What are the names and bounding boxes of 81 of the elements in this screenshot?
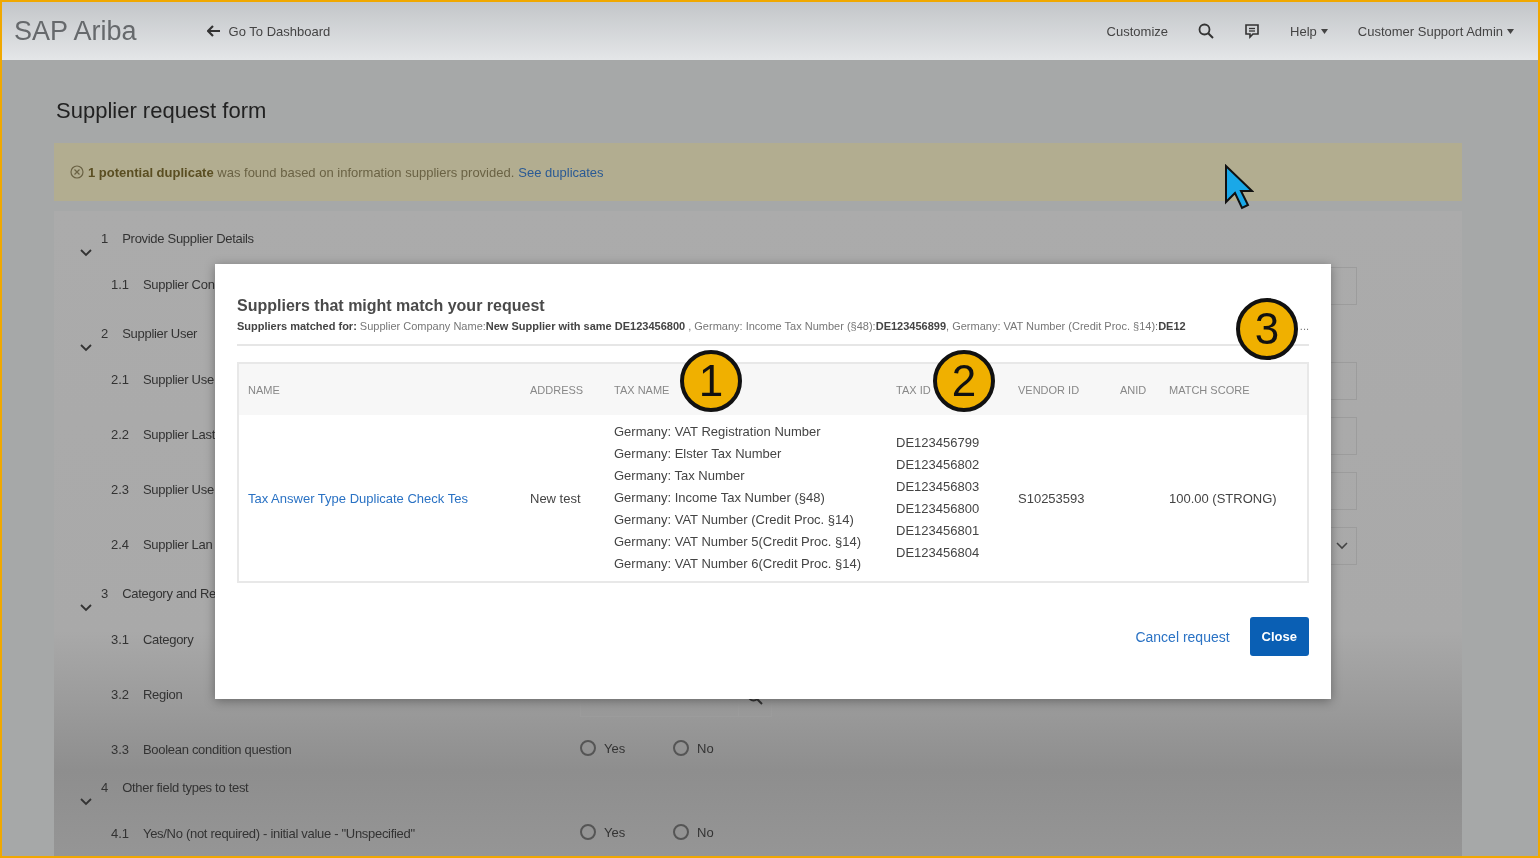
column-header: ADDRESS xyxy=(521,363,605,415)
customize-link[interactable]: Customize xyxy=(1106,23,1168,39)
column-header: VENDOR ID xyxy=(1009,363,1111,415)
tax-name: Germany: Tax Number xyxy=(614,467,746,485)
radio-label: No xyxy=(697,740,714,756)
tax-id: DE123456802 xyxy=(896,456,981,474)
question-number: 2.3 xyxy=(111,482,131,497)
question-label: Supplier Con xyxy=(143,277,215,292)
duplicate-warning-text: 1 potential duplicate was found based on information suppliers provided. xyxy=(88,164,515,180)
radio-label: Yes xyxy=(604,740,626,756)
chat-icon[interactable] xyxy=(1244,23,1260,39)
radio-label: No xyxy=(697,824,714,840)
menu-button[interactable]: Customer Support Admin xyxy=(1357,23,1514,39)
section-number: 1 xyxy=(101,231,109,246)
section-title[interactable]: Category and Re xyxy=(122,586,216,601)
supplier-name-link[interactable]: Tax Answer Type Duplicate Check Tes xyxy=(238,415,521,582)
question-number: 3.1 xyxy=(111,632,131,647)
menu-button[interactable]: Help xyxy=(1290,23,1328,39)
app-logo[interactable]: SAP Ariba xyxy=(14,15,137,47)
section-title[interactable]: Other field types to test xyxy=(122,780,249,795)
section-number: 4 xyxy=(101,780,109,795)
chevron-icon xyxy=(1336,542,1348,550)
question-label: Supplier Last xyxy=(143,427,215,442)
column-header: NAME xyxy=(238,363,521,415)
tax-name: Germany: Income Tax Number (§48) xyxy=(614,489,826,507)
radio-button[interactable] xyxy=(673,740,689,756)
question-number: 2.4 xyxy=(111,537,131,552)
question-label: Boolean condition question xyxy=(143,742,292,757)
tax-id: DE123456804 xyxy=(896,544,981,562)
tax-id: DE123456799 xyxy=(896,434,981,452)
section-title[interactable]: Provide Supplier Details xyxy=(122,231,254,246)
tax-id: DE123456800 xyxy=(896,500,981,518)
chevron-icon[interactable] xyxy=(80,344,92,352)
section-number: 2 xyxy=(101,326,109,341)
table-cell: New test xyxy=(521,415,605,582)
dialog-title: Suppliers that might match your request xyxy=(237,297,546,315)
tax-name: Germany: Elster Tax Number xyxy=(614,445,783,463)
column-header: ANID xyxy=(1111,363,1160,415)
radio-button[interactable] xyxy=(580,740,596,756)
question-label: Supplier Lan xyxy=(143,537,213,552)
radio-label: Yes xyxy=(604,824,626,840)
caret-icon xyxy=(1507,28,1514,34)
matched-criteria-text: Suppliers matched for: Supplier Company Name:New Supplier with same DE123456800 , Germany: Income Tax Number (§48):DE123456899, Germany: VAT Number (Credit Proc. §14):DE12 xyxy=(237,320,1186,332)
cancel-request-link[interactable]: Cancel request xyxy=(1135,628,1230,645)
tax-name: Germany: VAT Number 6(Credit Proc. §14) xyxy=(614,555,863,573)
radio-button[interactable] xyxy=(673,824,689,840)
question-number: 2.1 xyxy=(111,372,131,387)
radio-button[interactable] xyxy=(580,824,596,840)
tax-id: DE123456803 xyxy=(896,478,981,496)
search-icon[interactable] xyxy=(1198,23,1214,39)
table-cell: S10253593 xyxy=(1009,415,1111,582)
section-title[interactable]: Supplier User xyxy=(122,326,198,341)
column-header: MATCH SCORE xyxy=(1160,363,1308,415)
question-label: Yes/No (not required) - initial value - "Unspecified" xyxy=(143,826,415,841)
table-cell: 100.00 (STRONG) xyxy=(1160,415,1308,582)
section-number: 3 xyxy=(101,586,109,601)
tax-id: DE123456801 xyxy=(896,522,981,540)
back-link[interactable]: Go To Dashboard xyxy=(206,23,331,39)
question-label: Supplier Use xyxy=(143,372,214,387)
close-button[interactable]: Close xyxy=(1249,617,1309,656)
page-title: Supplier request form xyxy=(56,98,268,124)
tax-name: Germany: VAT Number (Credit Proc. §14) xyxy=(614,511,855,529)
cursor-icon xyxy=(1224,164,1254,210)
see-duplicates-link[interactable]: See duplicates xyxy=(518,164,604,180)
question-number: 4.1 xyxy=(111,826,131,841)
chevron-icon[interactable] xyxy=(80,249,92,257)
question-number: 3.3 xyxy=(111,742,131,757)
back-arrow-icon xyxy=(206,25,221,37)
question-label: Region xyxy=(143,687,183,702)
caret-icon xyxy=(1320,28,1328,34)
question-label: Category xyxy=(143,632,194,647)
question-number: 3.2 xyxy=(111,687,131,702)
chevron-icon[interactable] xyxy=(80,798,92,806)
question-label: Supplier Use xyxy=(143,482,214,497)
question-number: 2.2 xyxy=(111,427,131,442)
error-icon xyxy=(70,165,84,179)
chevron-icon[interactable] xyxy=(80,604,92,612)
ellipsis-text: ... xyxy=(1299,320,1309,332)
question-number: 1.1 xyxy=(111,277,131,292)
tax-name: Germany: VAT Number 5(Credit Proc. §14) xyxy=(614,533,863,551)
tax-name: Germany: VAT Registration Number xyxy=(614,423,822,441)
